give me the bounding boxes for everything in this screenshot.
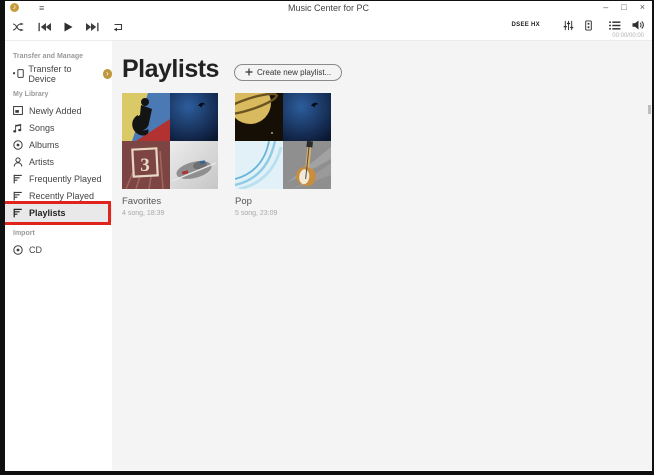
- playlist-meta: 5 song, 23:09: [235, 210, 331, 217]
- playback-controls: [12, 22, 124, 32]
- previous-icon: [38, 22, 51, 32]
- album-art-bobsled: [170, 141, 218, 189]
- album-art-bird-sky: [283, 93, 331, 141]
- toolbar-right: DSEE HX: [512, 20, 644, 31]
- playlist-name: Favorites: [122, 196, 218, 207]
- close-button[interactable]: ×: [640, 2, 645, 13]
- playlist-name: Pop: [235, 196, 331, 207]
- sidebar-item-label: Newly Added: [29, 106, 82, 116]
- play-button[interactable]: [64, 22, 73, 32]
- album-art-saxophone: [122, 93, 170, 141]
- create-playlist-button[interactable]: Create new playlist...: [234, 64, 342, 81]
- disc-icon: [13, 245, 25, 255]
- previous-button[interactable]: [38, 22, 51, 32]
- sidebar: Transfer and Manage Transfer to Device ›…: [5, 41, 112, 470]
- playlist-meta: 4 song, 18:39: [122, 210, 218, 217]
- window-controls: – □ ×: [603, 2, 645, 13]
- transfer-badge[interactable]: ›: [103, 69, 112, 79]
- section-header-import: Import: [5, 222, 112, 241]
- next-button[interactable]: [86, 22, 99, 32]
- person-icon: [13, 157, 25, 167]
- sidebar-item-artists[interactable]: Artists: [5, 153, 112, 170]
- playlist-icon: [13, 174, 25, 184]
- volume-button[interactable]: [632, 20, 644, 30]
- main-header: Playlists Create new playlist...: [122, 55, 652, 84]
- app-window: ♪ ≡ Music Center for PC – □ ×: [5, 1, 652, 471]
- equalizer-button[interactable]: [563, 20, 574, 31]
- shuffle-icon: [12, 22, 25, 32]
- page-title: Playlists: [122, 55, 219, 84]
- sidebar-item-label: Frequently Played: [29, 174, 102, 184]
- section-header-my-library: My Library: [5, 83, 112, 102]
- album-art-bird-sky: [170, 93, 218, 141]
- toolbar: DSEE HX: [5, 14, 652, 41]
- sidebar-item-label: Artists: [29, 157, 54, 167]
- playlist-card-pop[interactable]: Pop 5 song, 23:09: [235, 93, 331, 217]
- transfer-device-icon: [13, 69, 24, 78]
- sidebar-item-newly-added[interactable]: Newly Added: [5, 102, 112, 119]
- output-device-button[interactable]: [585, 20, 592, 31]
- album-art-track-number-3: 3: [122, 141, 170, 189]
- album-art-saturn: [235, 93, 283, 141]
- plus-icon: [245, 68, 253, 76]
- sidebar-item-frequently-played[interactable]: Frequently Played: [5, 170, 112, 187]
- sidebar-item-cd[interactable]: CD: [5, 241, 112, 258]
- repeat-button[interactable]: [112, 22, 124, 32]
- repeat-icon: [112, 22, 124, 32]
- playlist-art-grid: [235, 93, 331, 189]
- dsee-hx-logo: DSEE HX: [512, 22, 540, 28]
- sidebar-item-recently-played[interactable]: Recently Played: [5, 187, 112, 204]
- play-queue-icon: [609, 21, 621, 30]
- time-display: 00:00/00:00: [612, 33, 644, 39]
- sidebar-item-transfer-to-device[interactable]: Transfer to Device ›: [5, 64, 112, 83]
- main-panel: Playlists Create new playlist...: [112, 41, 652, 470]
- window-title: Music Center for PC: [5, 3, 652, 13]
- album-art-guitar: [283, 141, 331, 189]
- sidebar-item-playlists[interactable]: Playlists: [5, 204, 112, 222]
- sidebar-item-label: CD: [29, 245, 42, 255]
- playlist-cards: 3 Favorites 4 so: [122, 93, 652, 217]
- equalizer-icon: [563, 20, 574, 31]
- play-icon: [64, 22, 73, 32]
- playlist-icon: [13, 208, 25, 218]
- next-icon: [86, 22, 99, 32]
- create-playlist-label: Create new playlist...: [257, 68, 331, 77]
- sidebar-item-songs[interactable]: Songs: [5, 119, 112, 136]
- playlist-art-grid: 3: [122, 93, 218, 189]
- music-note-icon: [13, 123, 25, 133]
- section-header-transfer: Transfer and Manage: [5, 45, 112, 64]
- content: Transfer and Manage Transfer to Device ›…: [5, 41, 652, 470]
- sidebar-item-label: Recently Played: [29, 191, 94, 201]
- titlebar: ♪ ≡ Music Center for PC – □ ×: [5, 1, 652, 14]
- svg-text:3: 3: [140, 155, 150, 176]
- minimize-button[interactable]: –: [603, 2, 608, 13]
- screenshot-frame: ♪ ≡ Music Center for PC – □ ×: [0, 0, 654, 475]
- play-queue-button[interactable]: [609, 21, 621, 30]
- sidebar-item-albums[interactable]: Albums: [5, 136, 112, 153]
- volume-icon: [632, 20, 644, 30]
- playlist-card-favorites[interactable]: 3 Favorites 4 so: [122, 93, 218, 217]
- newly-added-icon: [13, 106, 25, 115]
- maximize-button[interactable]: □: [621, 2, 626, 13]
- album-art-waves: [235, 141, 283, 189]
- output-device-icon: [585, 20, 592, 31]
- playlist-icon: [13, 191, 25, 201]
- shuffle-button[interactable]: [12, 22, 25, 32]
- sidebar-item-label: Transfer to Device: [28, 64, 97, 84]
- sidebar-item-label: Playlists: [29, 208, 66, 218]
- sidebar-item-label: Songs: [29, 123, 55, 133]
- sidebar-item-label: Albums: [29, 140, 59, 150]
- scrollbar-thumb[interactable]: [648, 105, 651, 114]
- disc-icon: [13, 140, 25, 150]
